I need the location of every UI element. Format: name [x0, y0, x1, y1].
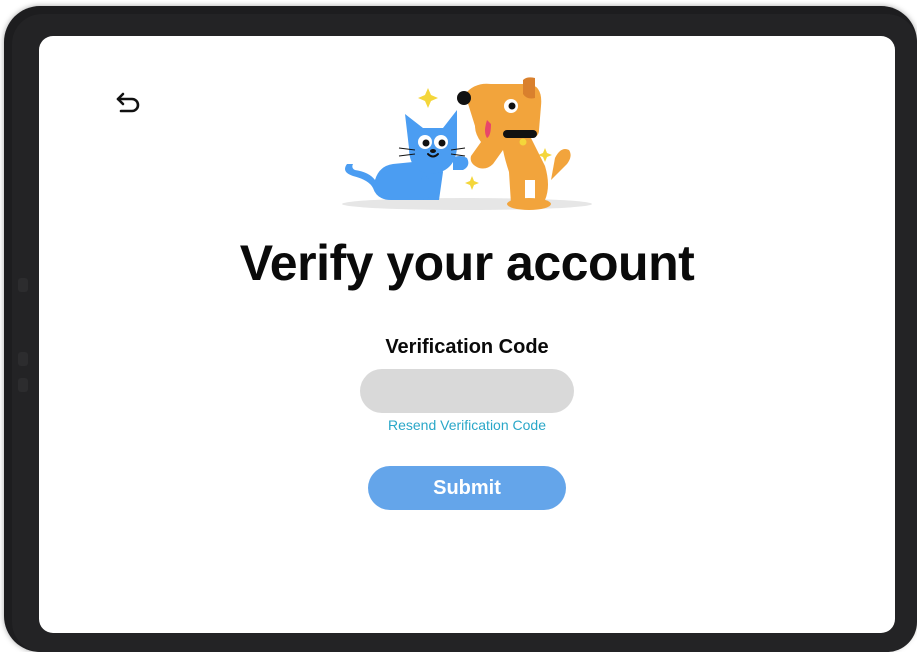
- pets-illustration: [342, 77, 592, 210]
- resend-code-link[interactable]: Resend Verification Code: [39, 417, 895, 433]
- side-button: [18, 278, 28, 292]
- verification-code-input[interactable]: [360, 369, 574, 413]
- app-screen: Verify your account Verification Code Re…: [39, 36, 895, 633]
- verification-code-label: Verification Code: [385, 336, 549, 358]
- side-button: [18, 352, 28, 366]
- undo-arrow-icon: [116, 92, 140, 113]
- ground-shadow: [342, 198, 592, 210]
- page-title: Verify your account: [239, 235, 695, 291]
- back-button[interactable]: [111, 86, 147, 122]
- side-button: [18, 378, 28, 392]
- dog-icon: [465, 77, 571, 210]
- submit-button[interactable]: Submit: [368, 466, 566, 510]
